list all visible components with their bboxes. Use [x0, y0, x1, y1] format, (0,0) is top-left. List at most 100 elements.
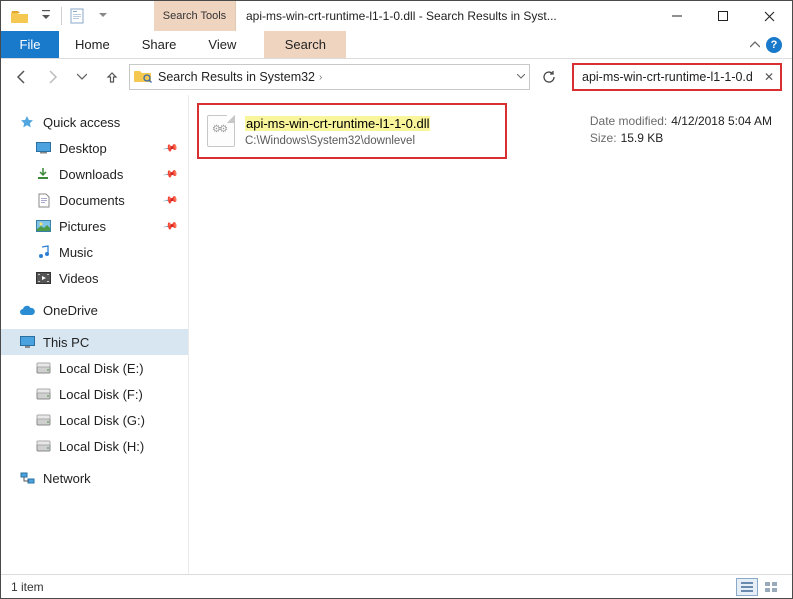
downloads-node[interactable]: Downloads 📌	[1, 161, 188, 187]
view-switcher	[736, 578, 782, 596]
result-text: api-ms-win-crt-runtime-l1-1-0.dll C:\Win…	[245, 115, 430, 147]
pin-icon: 📌	[162, 192, 179, 208]
search-folder-icon	[134, 68, 152, 86]
qat-dropdown2-icon[interactable]	[90, 3, 116, 29]
this-pc-node[interactable]: This PC	[1, 329, 188, 355]
navigation-pane: Quick access Desktop 📌 Downloads 📌 Docum…	[1, 95, 189, 574]
dll-file-icon: ⚙⚙	[207, 115, 235, 147]
view-tab[interactable]: View	[192, 31, 252, 58]
clear-search-icon[interactable]: ✕	[764, 70, 774, 84]
disk-icon	[35, 438, 51, 454]
star-icon	[19, 114, 35, 130]
window-title: api-ms-win-crt-runtime-l1-1-0.dll - Sear…	[236, 1, 654, 31]
chevron-right-icon: ›	[319, 72, 322, 83]
window-controls	[654, 1, 792, 31]
back-button[interactable]	[9, 64, 35, 90]
address-dropdown-icon[interactable]	[517, 74, 525, 80]
properties-icon[interactable]	[64, 3, 90, 29]
pictures-node[interactable]: Pictures 📌	[1, 213, 188, 239]
disk-f-node[interactable]: Local Disk (F:)	[1, 381, 188, 407]
disk-icon	[35, 360, 51, 376]
nav-label: Pictures	[59, 219, 106, 234]
nav-label: Quick access	[43, 115, 120, 130]
nav-label: Local Disk (H:)	[59, 439, 144, 454]
body: Quick access Desktop 📌 Downloads 📌 Docum…	[1, 95, 792, 574]
explorer-window: Search Tools api-ms-win-crt-runtime-l1-1…	[0, 0, 793, 599]
close-button[interactable]	[746, 1, 792, 31]
videos-node[interactable]: Videos	[1, 265, 188, 291]
network-icon	[19, 470, 35, 486]
pin-icon: 📌	[162, 166, 179, 182]
pin-icon: 📌	[162, 140, 179, 156]
desktop-node[interactable]: Desktop 📌	[1, 135, 188, 161]
search-tab[interactable]: Search	[264, 31, 346, 58]
nav-label: Local Disk (F:)	[59, 387, 143, 402]
separator	[61, 7, 62, 25]
size-label: Size:	[590, 130, 617, 147]
nav-label: Videos	[59, 271, 99, 286]
music-icon	[35, 244, 51, 260]
item-count: 1 item	[11, 580, 44, 594]
home-tab[interactable]: Home	[59, 31, 126, 58]
search-result-item[interactable]: ⚙⚙ api-ms-win-crt-runtime-l1-1-0.dll C:\…	[197, 103, 507, 159]
minimize-button[interactable]	[654, 1, 700, 31]
address-bar[interactable]: Search Results in System32 ›	[129, 64, 530, 90]
pin-icon: 📌	[162, 218, 179, 234]
search-input[interactable]: api-ms-win-crt-runtime-l1-1-0.d ✕	[572, 63, 782, 91]
quick-access-node[interactable]: Quick access	[1, 109, 188, 135]
refresh-button[interactable]	[536, 64, 562, 90]
icons-view-button[interactable]	[760, 578, 782, 596]
nav-label: This PC	[43, 335, 89, 350]
nav-label: Network	[43, 471, 91, 486]
search-tools-tab-context[interactable]: Search Tools	[154, 1, 236, 31]
disk-e-node[interactable]: Local Disk (E:)	[1, 355, 188, 381]
date-modified-label: Date modified:	[590, 113, 667, 130]
disk-icon	[35, 386, 51, 402]
breadcrumb-text: Search Results in System32	[158, 70, 315, 84]
ribbon: File Home Share View Search ?	[1, 31, 792, 59]
nav-label: OneDrive	[43, 303, 98, 318]
breadcrumb[interactable]: Search Results in System32 ›	[158, 70, 322, 84]
status-bar: 1 item	[1, 574, 792, 598]
desktop-icon	[35, 140, 51, 156]
disk-h-node[interactable]: Local Disk (H:)	[1, 433, 188, 459]
quick-access-toolbar	[1, 1, 116, 31]
onedrive-node[interactable]: OneDrive	[1, 297, 188, 323]
file-tab[interactable]: File	[1, 31, 59, 58]
search-tools-label: Search Tools	[163, 10, 226, 22]
search-input-value: api-ms-win-crt-runtime-l1-1-0.d	[582, 70, 753, 84]
result-filename: api-ms-win-crt-runtime-l1-1-0.dll	[245, 116, 430, 131]
folder-icon[interactable]	[7, 3, 33, 29]
nav-label: Music	[59, 245, 93, 260]
nav-label: Desktop	[59, 141, 107, 156]
help-icon[interactable]: ?	[766, 37, 782, 53]
nav-label: Local Disk (E:)	[59, 361, 144, 376]
music-node[interactable]: Music	[1, 239, 188, 265]
size-value: 15.9 KB	[621, 130, 664, 147]
documents-icon	[35, 192, 51, 208]
pictures-icon	[35, 218, 51, 234]
ribbon-collapse-icon[interactable]	[750, 41, 760, 49]
pc-icon	[19, 334, 35, 350]
forward-button[interactable]	[39, 64, 65, 90]
ribbon-right: ?	[750, 31, 792, 58]
documents-node[interactable]: Documents 📌	[1, 187, 188, 213]
videos-icon	[35, 270, 51, 286]
cloud-icon	[19, 302, 35, 318]
maximize-button[interactable]	[700, 1, 746, 31]
nav-label: Documents	[59, 193, 125, 208]
address-row: Search Results in System32 › api-ms-win-…	[1, 59, 792, 95]
nav-label: Local Disk (G:)	[59, 413, 145, 428]
title-bar: Search Tools api-ms-win-crt-runtime-l1-1…	[1, 1, 792, 31]
disk-g-node[interactable]: Local Disk (G:)	[1, 407, 188, 433]
details-pane: Date modified: 4/12/2018 5:04 AM Size: 1…	[590, 113, 772, 147]
details-view-button[interactable]	[736, 578, 758, 596]
qat-dropdown-icon[interactable]	[33, 3, 59, 29]
network-node[interactable]: Network	[1, 465, 188, 491]
result-path: C:\Windows\System32\downlevel	[245, 135, 430, 147]
recent-locations-button[interactable]	[69, 64, 95, 90]
gear-icon: ⚙⚙	[212, 124, 226, 135]
nav-label: Downloads	[59, 167, 123, 182]
share-tab[interactable]: Share	[126, 31, 193, 58]
up-button[interactable]	[99, 64, 125, 90]
